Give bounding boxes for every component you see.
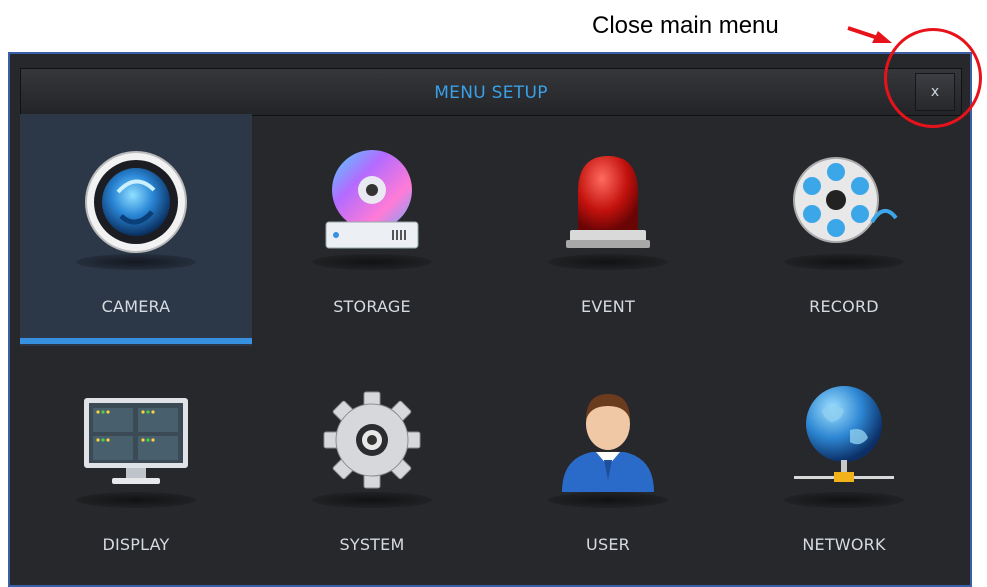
- close-button[interactable]: x: [915, 73, 955, 111]
- gear-icon: [323, 391, 421, 489]
- menu-item-label: STORAGE: [333, 297, 411, 316]
- menu-item-label: USER: [586, 535, 630, 554]
- menu-item-label: SYSTEM: [339, 535, 405, 554]
- menu-item-label: RECORD: [809, 297, 879, 316]
- menu-item-system[interactable]: SYSTEM: [256, 352, 488, 584]
- menu-item-display[interactable]: DISPLAY: [20, 352, 252, 584]
- menu-item-network[interactable]: NETWORK: [728, 352, 960, 584]
- menu-item-camera[interactable]: CAMERA: [20, 114, 252, 346]
- menu-item-label: DISPLAY: [102, 535, 170, 554]
- selection-indicator: [20, 338, 252, 344]
- monitor-icon: [84, 398, 188, 484]
- menu-setup-window: MENU SETUP x CAMERA STORAGE EVENT RECORD…: [8, 52, 972, 587]
- menu-item-storage[interactable]: STORAGE: [256, 114, 488, 346]
- globe-network-icon: [794, 386, 894, 482]
- menu-item-user[interactable]: USER: [492, 352, 724, 584]
- menu-item-label: EVENT: [581, 297, 635, 316]
- annotation-label: Close main menu: [592, 12, 779, 39]
- alarm-siren-icon: [566, 156, 650, 248]
- title-bar: MENU SETUP x: [20, 68, 962, 116]
- menu-item-label: CAMERA: [101, 297, 171, 316]
- camera-lens-icon: [85, 151, 187, 253]
- window-title: MENU SETUP: [434, 83, 548, 103]
- user-icon: [562, 394, 654, 492]
- film-reel-icon: [793, 157, 898, 243]
- menu-item-record[interactable]: RECORD: [728, 114, 960, 346]
- menu-grid: CAMERA STORAGE EVENT RECORD DISPLAY SYST…: [20, 114, 962, 584]
- disc-drive-icon: [325, 150, 419, 249]
- menu-item-label: NETWORK: [802, 535, 886, 554]
- menu-item-event[interactable]: EVENT: [492, 114, 724, 346]
